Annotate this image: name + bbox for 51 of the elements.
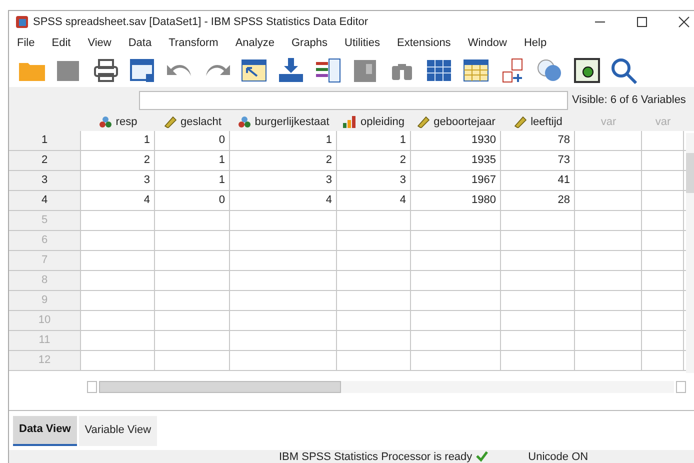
- menu-item[interactable]: Graphs: [285, 34, 334, 52]
- table-cell: 1980: [411, 191, 501, 210]
- table-cell: 78: [501, 131, 575, 150]
- table-cell: 73: [501, 151, 575, 170]
- menu-item[interactable]: View: [82, 34, 118, 52]
- table-cell: 4: [230, 191, 337, 210]
- menu-item[interactable]: Help: [518, 34, 553, 52]
- table-cell: 0: [155, 191, 230, 210]
- row-number[interactable]: 4: [9, 191, 81, 210]
- menu-item[interactable]: Data: [122, 34, 158, 52]
- unicode-status: Unicode ON: [528, 450, 588, 463]
- table-cell: 4: [81, 191, 155, 210]
- table-cell: 0: [155, 131, 230, 150]
- table-cell: 3: [337, 171, 411, 190]
- row-number[interactable]: 2: [9, 151, 81, 170]
- table-cell: 1935: [411, 151, 501, 170]
- status-text: IBM SPSS Statistics Processor is ready: [279, 450, 472, 463]
- menu-item[interactable]: Utilities: [338, 34, 386, 52]
- row-number[interactable]: 3: [9, 171, 81, 190]
- table-cell: 1: [81, 131, 155, 150]
- column-header[interactable]: resp: [81, 113, 155, 131]
- column-header[interactable]: opleiding: [337, 113, 411, 131]
- table-cell: 3: [230, 171, 337, 190]
- table-cell: 4: [337, 191, 411, 210]
- table-cell: 2: [81, 151, 155, 170]
- view-tab[interactable]: Data View: [13, 416, 77, 446]
- menu-item[interactable]: Edit: [46, 34, 77, 52]
- table-cell: 1: [155, 171, 230, 190]
- table-cell: 1: [155, 151, 230, 170]
- visible-variables-label: Visible: 6 of 6 Variables: [572, 92, 686, 108]
- menu-item[interactable]: Analyze: [229, 34, 280, 52]
- column-header[interactable]: burgerlijkestaat: [230, 113, 337, 131]
- table-cell: 41: [501, 171, 575, 190]
- table-cell: 1967: [411, 171, 501, 190]
- table-cell: 3: [81, 171, 155, 190]
- table-cell: 28: [501, 191, 575, 210]
- column-header[interactable]: geboortejaar: [411, 113, 501, 131]
- view-tab[interactable]: Variable View: [78, 416, 158, 446]
- menu-item[interactable]: Window: [462, 34, 513, 52]
- table-cell: 1: [337, 131, 411, 150]
- menu-item[interactable]: Extensions: [391, 34, 457, 52]
- menu-item[interactable]: File: [11, 34, 41, 52]
- column-header[interactable]: leeftijd: [501, 113, 575, 131]
- table-cell: 1930: [411, 131, 501, 150]
- menu-item[interactable]: Transform: [162, 34, 224, 52]
- table-cell: 1: [230, 131, 337, 150]
- table-cell: 2: [230, 151, 337, 170]
- row-number[interactable]: 1: [9, 131, 81, 150]
- column-header[interactable]: geslacht: [155, 113, 230, 131]
- window-title: SPSS spreadsheet.sav [DataSet1] - IBM SPSS Statistics Data Editor: [33, 14, 368, 30]
- table-cell: 2: [337, 151, 411, 170]
